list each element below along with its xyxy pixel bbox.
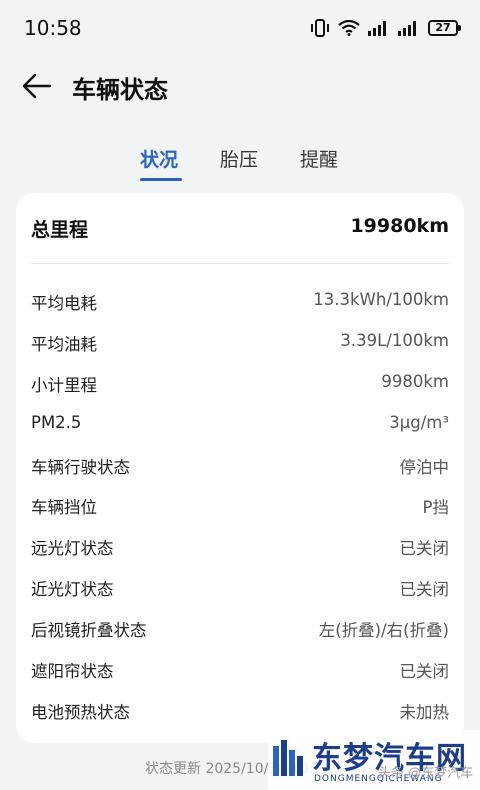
row-label: 小计里程 bbox=[31, 375, 97, 395]
row-value: 已关闭 bbox=[399, 580, 450, 600]
watermark: 东梦汽车网 DONGMENGQICHEWANG 头条 @东梦汽车 bbox=[268, 730, 480, 790]
list-item: 后视镜折叠状态 左(折叠)/右(折叠) bbox=[31, 609, 449, 650]
watermark-logo-icon bbox=[271, 736, 305, 778]
tab-status[interactable]: 状况 bbox=[140, 145, 178, 172]
row-label: 远光灯状态 bbox=[31, 539, 114, 559]
row-value: P挡 bbox=[422, 498, 449, 518]
tab-bar: 状况 胎压 提醒 bbox=[0, 140, 480, 186]
page-title: 车辆状态 bbox=[72, 76, 168, 104]
status-time: 10:58 bbox=[24, 16, 82, 40]
row-value: 停泊中 bbox=[399, 457, 450, 477]
tab-reminders[interactable]: 提醒 bbox=[300, 145, 338, 172]
total-mileage-value: 19980km bbox=[350, 215, 449, 237]
status-card: 总里程 19980km 平均电耗 13.3kWh/100km 平均油耗 3.39… bbox=[16, 193, 464, 743]
list-item: 平均油耗 3.39L/100km bbox=[31, 323, 449, 364]
row-label: PM2.5 bbox=[31, 412, 82, 432]
row-value: 9980km bbox=[381, 371, 449, 391]
row-value: 3.39L/100km bbox=[340, 330, 449, 350]
list-item: 车辆挡位 P挡 bbox=[31, 486, 449, 527]
watermark-tag: 头条 @东梦汽车 bbox=[378, 766, 474, 781]
list-item: 平均电耗 13.3kWh/100km bbox=[31, 282, 449, 323]
tab-indicator bbox=[140, 178, 182, 181]
list-item: PM2.5 3μg/m³ bbox=[31, 405, 449, 446]
row-value: 已关闭 bbox=[399, 662, 450, 682]
list-item: 遮阳帘状态 已关闭 bbox=[31, 650, 449, 691]
back-arrow-icon[interactable] bbox=[20, 70, 54, 102]
signal-icon-2 bbox=[398, 20, 420, 36]
total-mileage-label: 总里程 bbox=[31, 219, 89, 241]
status-list: 平均电耗 13.3kWh/100km 平均油耗 3.39L/100km 小计里程… bbox=[31, 282, 449, 732]
status-bar: 10:58 27 bbox=[0, 0, 480, 56]
status-icons: 27 bbox=[310, 17, 461, 39]
row-label: 后视镜折叠状态 bbox=[31, 621, 147, 641]
row-label: 遮阳帘状态 bbox=[31, 662, 114, 682]
vibrate-icon bbox=[310, 19, 330, 37]
row-label: 车辆行驶状态 bbox=[31, 457, 130, 477]
wifi-icon bbox=[338, 20, 360, 36]
app-bar: 车辆状态 bbox=[0, 58, 480, 114]
row-label: 车辆挡位 bbox=[31, 498, 97, 518]
list-item: 车辆行驶状态 停泊中 bbox=[31, 446, 449, 487]
list-item: 小计里程 9980km bbox=[31, 364, 449, 405]
list-item: 远光灯状态 已关闭 bbox=[31, 527, 449, 568]
signal-icon bbox=[368, 20, 390, 36]
row-label: 平均油耗 bbox=[31, 334, 97, 354]
tab-tire-pressure[interactable]: 胎压 bbox=[220, 145, 258, 172]
battery-icon: 27 bbox=[428, 20, 461, 36]
row-label: 电池预热状态 bbox=[31, 702, 130, 722]
list-item: 电池预热状态 未加热 bbox=[31, 691, 449, 732]
divider bbox=[31, 263, 449, 264]
row-value: 左(折叠)/右(折叠) bbox=[318, 621, 449, 641]
row-value: 未加热 bbox=[399, 702, 450, 722]
total-mileage-row: 总里程 19980km bbox=[31, 211, 449, 245]
list-item: 近光灯状态 已关闭 bbox=[31, 568, 449, 609]
row-value: 13.3kWh/100km bbox=[313, 290, 449, 309]
row-value: 已关闭 bbox=[399, 539, 450, 559]
row-value: 3μg/m³ bbox=[389, 412, 449, 432]
row-label: 平均电耗 bbox=[31, 294, 97, 313]
row-label: 近光灯状态 bbox=[31, 580, 114, 600]
